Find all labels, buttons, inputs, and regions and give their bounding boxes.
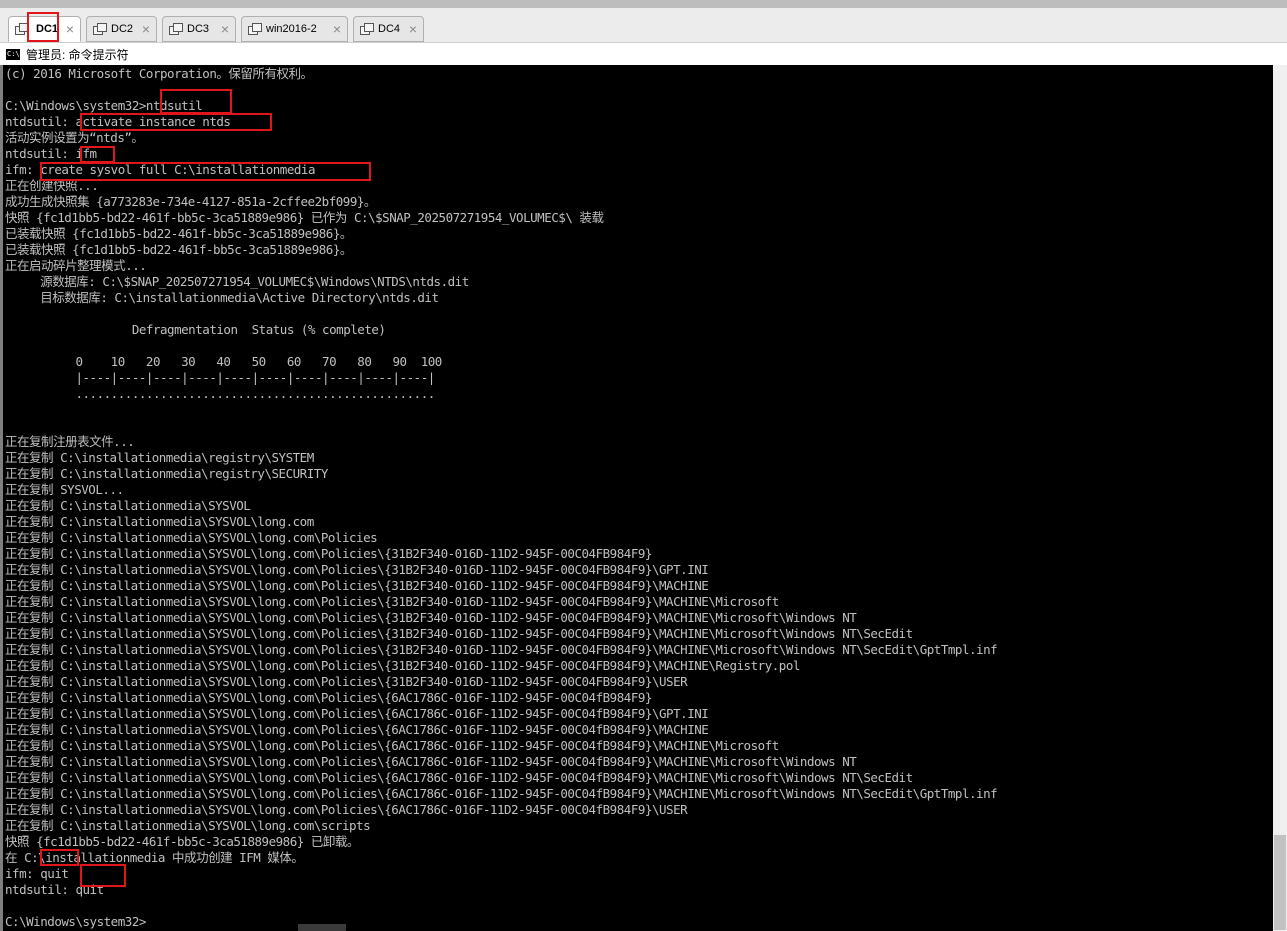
console-line: C:\Windows\system32>ntdsutil bbox=[5, 98, 203, 113]
tab-label: DC1 bbox=[36, 23, 59, 35]
console-line: 正在复制 C:\installationmedia\SYSVOL\long.co… bbox=[5, 802, 688, 817]
console-line: 正在复制 C:\installationmedia\SYSVOL\long.co… bbox=[5, 690, 652, 705]
vm-icon bbox=[15, 23, 29, 35]
console-line: 正在复制 C:\installationmedia\registry\SYSTE… bbox=[5, 450, 314, 465]
console-line: 正在复制 C:\installationmedia\SYSVOL\long.co… bbox=[5, 706, 709, 721]
console-line: 0 10 20 30 40 50 60 70 80 90 100 bbox=[5, 354, 442, 369]
console-line: |----|----|----|----|----|----|----|----… bbox=[5, 370, 435, 385]
console-line: 正在复制 C:\installationmedia\SYSVOL\long.co… bbox=[5, 674, 688, 689]
console-line: Defragmentation Status (% complete) bbox=[5, 322, 386, 337]
console-line: 正在复制 C:\installationmedia\SYSVOL\long.co… bbox=[5, 786, 998, 801]
console-line: 成功生成快照集 {a773283e-734e-4127-851a-2cffee2… bbox=[5, 194, 376, 209]
window-title-bar: C:\ 管理员: 命令提示符 bbox=[0, 43, 1287, 65]
console-line: 已装载快照 {fc1d1bb5-bd22-461f-bb5c-3ca51889e… bbox=[5, 242, 352, 257]
console-line: 正在复制 C:\installationmedia\SYSVOL\long.co… bbox=[5, 658, 800, 673]
console-line: 正在复制 C:\installationmedia\SYSVOL\long.co… bbox=[5, 530, 378, 545]
console-line: ifm: quit bbox=[5, 866, 69, 881]
console-line: 快照 {fc1d1bb5-bd22-461f-bb5c-3ca51889e986… bbox=[5, 210, 604, 225]
console-line: 正在复制 C:\installationmedia\SYSVOL\long.co… bbox=[5, 578, 709, 593]
console-line: 源数据库: C:\$SNAP_202507271954_VOLUMEC$\Win… bbox=[5, 274, 469, 289]
console-line: 正在复制注册表文件... bbox=[5, 434, 135, 449]
console-line: 正在启动碎片整理模式... bbox=[5, 258, 147, 273]
tab-dc3[interactable]: DC3 × bbox=[162, 16, 236, 42]
console-line: 正在复制 C:\installationmedia\SYSVOL\long.co… bbox=[5, 610, 857, 625]
console-line: 在 C:\installationmedia 中成功创建 IFM 媒体。 bbox=[5, 850, 304, 865]
console-line: (c) 2016 Microsoft Corporation。保留所有权利。 bbox=[5, 66, 313, 81]
console-line: C:\Windows\system32> bbox=[5, 914, 146, 929]
console-line: 活动实例设置为“ntds”。 bbox=[5, 130, 144, 145]
console-output[interactable]: (c) 2016 Microsoft Corporation。保留所有权利。 C:… bbox=[0, 65, 1273, 931]
console-line: ntdsutil: quit bbox=[5, 882, 104, 897]
tab-label: win2016-2 bbox=[266, 23, 317, 35]
tab-win2016-2[interactable]: win2016-2 × bbox=[241, 16, 348, 42]
console-line: 正在复制 C:\installationmedia\SYSVOL\long.co… bbox=[5, 722, 709, 737]
vm-tab-bar: DC1 × DC2 × DC3 × win2016-2 × DC4 × bbox=[0, 0, 1287, 43]
tab-label: DC2 bbox=[111, 23, 134, 35]
console-line: 正在复制 C:\installationmedia\SYSVOL\long.co… bbox=[5, 738, 779, 753]
console-line: 正在复制 SYSVOL... bbox=[5, 482, 124, 497]
console-line: ntdsutil: ifm bbox=[5, 146, 97, 161]
console-line: 正在复制 C:\installationmedia\SYSVOL bbox=[5, 498, 251, 513]
console-line: 正在复制 C:\installationmedia\SYSVOL\long.co… bbox=[5, 562, 709, 577]
close-icon[interactable]: × bbox=[221, 21, 229, 37]
console-line: 正在复制 C:\installationmedia\SYSVOL\long.co… bbox=[5, 546, 652, 561]
vm-icon bbox=[360, 23, 374, 35]
console-line: 正在复制 C:\installationmedia\SYSVOL\long.co… bbox=[5, 754, 857, 769]
tab-dc2[interactable]: DC2 × bbox=[86, 16, 157, 42]
console-line: 正在复制 C:\installationmedia\SYSVOL\long.co… bbox=[5, 770, 913, 785]
vm-icon bbox=[248, 23, 262, 35]
vertical-scrollbar[interactable] bbox=[1273, 65, 1287, 931]
console-line: 已装载快照 {fc1d1bb5-bd22-461f-bb5c-3ca51889e… bbox=[5, 226, 352, 241]
tab-label: DC3 bbox=[187, 23, 210, 35]
console-line: 正在复制 C:\installationmedia\registry\SECUR… bbox=[5, 466, 328, 481]
console-line: 正在创建快照... bbox=[5, 178, 99, 193]
vm-icon bbox=[93, 23, 107, 35]
console-line: ........................................… bbox=[5, 386, 435, 401]
console-line: 正在复制 C:\installationmedia\SYSVOL\long.co… bbox=[5, 818, 371, 833]
vm-icon bbox=[169, 23, 183, 35]
console-line: 目标数据库: C:\installationmedia\Active Direc… bbox=[5, 290, 439, 305]
console-lines: (c) 2016 Microsoft Corporation。保留所有权利。 C:… bbox=[5, 66, 998, 930]
close-icon[interactable]: × bbox=[142, 21, 150, 37]
close-icon[interactable]: × bbox=[409, 21, 417, 37]
console-line: ntdsutil: activate instance ntds bbox=[5, 114, 231, 129]
tab-label: DC4 bbox=[378, 23, 401, 35]
console-line: 快照 {fc1d1bb5-bd22-461f-bb5c-3ca51889e986… bbox=[5, 834, 359, 849]
cmd-icon: C:\ bbox=[6, 48, 20, 60]
console-line: 正在复制 C:\installationmedia\SYSVOL\long.co… bbox=[5, 642, 998, 657]
tab-dc4[interactable]: DC4 × bbox=[353, 16, 424, 42]
horizontal-scroll-thumb[interactable] bbox=[298, 924, 346, 931]
console-line: ifm: create sysvol full C:\installationm… bbox=[5, 162, 316, 177]
close-icon[interactable]: × bbox=[333, 21, 341, 37]
console-line: 正在复制 C:\installationmedia\SYSVOL\long.co… bbox=[5, 514, 314, 529]
console-line: 正在复制 C:\installationmedia\SYSVOL\long.co… bbox=[5, 594, 779, 609]
tab-dc1[interactable]: DC1 × bbox=[8, 16, 81, 42]
window-title: 管理员: 命令提示符 bbox=[26, 47, 129, 62]
close-icon[interactable]: × bbox=[66, 21, 74, 37]
scrollbar-thumb[interactable] bbox=[1274, 835, 1286, 930]
console-line: 正在复制 C:\installationmedia\SYSVOL\long.co… bbox=[5, 626, 913, 641]
